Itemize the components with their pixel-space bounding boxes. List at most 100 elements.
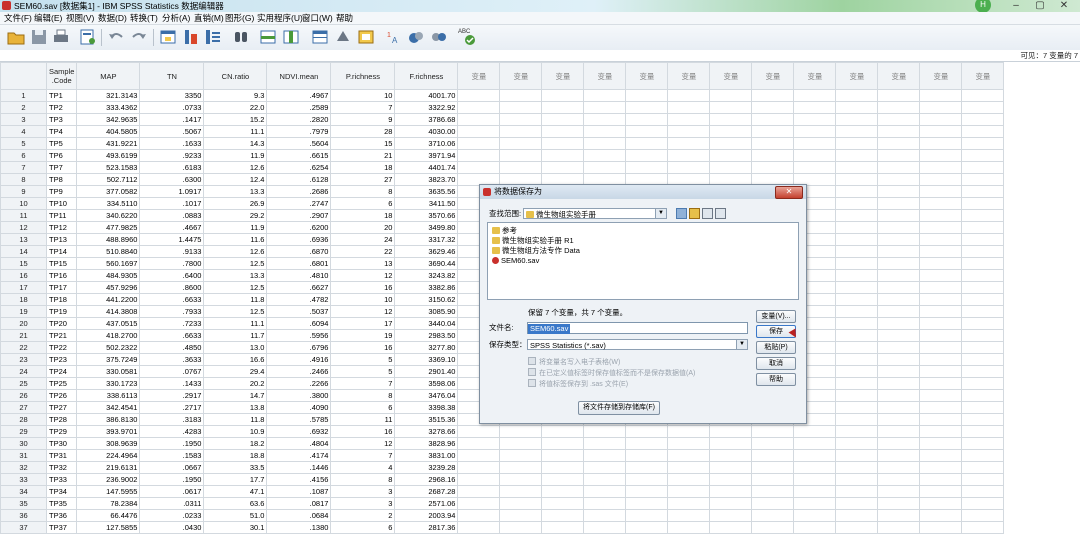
empty-cell[interactable]	[751, 437, 795, 450]
row-number[interactable]: 31	[0, 449, 47, 462]
table-cell[interactable]: .0767	[139, 365, 205, 378]
table-cell[interactable]: 3317.32	[394, 233, 459, 246]
empty-cell[interactable]	[961, 293, 1005, 306]
empty-cell[interactable]	[457, 101, 501, 114]
value-labels-icon[interactable]: 1A	[385, 28, 403, 46]
empty-cell[interactable]	[499, 437, 543, 450]
empty-cell[interactable]	[919, 449, 963, 462]
empty-variable-header[interactable]: 变量	[835, 62, 879, 90]
empty-cell[interactable]	[919, 353, 963, 366]
table-cell[interactable]: 3243.82	[394, 269, 459, 282]
table-cell[interactable]: 8	[330, 389, 396, 402]
row-number[interactable]: 6	[0, 149, 47, 162]
table-cell[interactable]: 13.3	[203, 185, 268, 198]
table-cell[interactable]: TP29	[45, 425, 78, 438]
table-cell[interactable]: TP1	[45, 89, 78, 102]
empty-cell[interactable]	[961, 113, 1005, 126]
empty-cell[interactable]	[709, 497, 753, 510]
table-cell[interactable]: .2917	[139, 389, 205, 402]
table-cell[interactable]: .0617	[139, 485, 205, 498]
empty-cell[interactable]	[835, 185, 879, 198]
empty-cell[interactable]	[709, 425, 753, 438]
empty-cell[interactable]	[961, 437, 1005, 450]
table-cell[interactable]: 3635.56	[394, 185, 459, 198]
table-cell[interactable]: TP21	[45, 329, 78, 342]
empty-cell[interactable]	[541, 521, 585, 534]
table-cell[interactable]: 330.1723	[76, 377, 141, 390]
empty-variable-header[interactable]: 变量	[877, 62, 921, 90]
table-cell[interactable]: 12.5	[203, 305, 268, 318]
row-number[interactable]: 24	[0, 365, 47, 378]
table-cell[interactable]: TP2	[45, 101, 78, 114]
empty-cell[interactable]	[793, 449, 837, 462]
table-cell[interactable]: 24	[330, 233, 396, 246]
row-number[interactable]: 28	[0, 413, 47, 426]
empty-cell[interactable]	[667, 509, 711, 522]
empty-cell[interactable]	[793, 437, 837, 450]
empty-cell[interactable]	[961, 197, 1005, 210]
empty-cell[interactable]	[835, 125, 879, 138]
table-cell[interactable]: 4030.00	[394, 125, 459, 138]
empty-cell[interactable]	[499, 161, 543, 174]
table-cell[interactable]: .1950	[139, 437, 205, 450]
table-cell[interactable]: TP36	[45, 509, 78, 522]
empty-cell[interactable]	[625, 473, 669, 486]
empty-cell[interactable]	[919, 221, 963, 234]
table-cell[interactable]: .0684	[266, 509, 332, 522]
table-cell[interactable]: .1087	[266, 485, 332, 498]
row-number[interactable]: 8	[0, 173, 47, 186]
empty-cell[interactable]	[667, 425, 711, 438]
empty-cell[interactable]	[919, 401, 963, 414]
empty-cell[interactable]	[961, 413, 1005, 426]
table-cell[interactable]: .6615	[266, 149, 332, 162]
empty-cell[interactable]	[751, 473, 795, 486]
empty-cell[interactable]	[877, 425, 921, 438]
table-cell[interactable]: 418.2700	[76, 329, 141, 342]
empty-cell[interactable]	[751, 113, 795, 126]
empty-cell[interactable]	[541, 509, 585, 522]
table-cell[interactable]: 1.0917	[139, 185, 205, 198]
empty-cell[interactable]	[961, 461, 1005, 474]
empty-cell[interactable]	[709, 437, 753, 450]
empty-cell[interactable]	[793, 89, 837, 102]
empty-cell[interactable]	[751, 485, 795, 498]
empty-cell[interactable]	[835, 449, 879, 462]
table-cell[interactable]: TP18	[45, 293, 78, 306]
empty-cell[interactable]	[835, 497, 879, 510]
row-number[interactable]: 1	[0, 89, 47, 102]
empty-cell[interactable]	[793, 497, 837, 510]
empty-cell[interactable]	[499, 509, 543, 522]
empty-cell[interactable]	[457, 149, 501, 162]
empty-cell[interactable]	[625, 521, 669, 534]
table-cell[interactable]: .2466	[266, 365, 332, 378]
select-cases-icon[interactable]	[357, 28, 375, 46]
save-sas-labels-checkbox[interactable]: 将值标签保存到 .sas 文件(E)	[528, 379, 628, 389]
table-cell[interactable]: 11.1	[203, 317, 268, 330]
save-icon[interactable]	[30, 28, 48, 46]
empty-cell[interactable]	[877, 269, 921, 282]
table-cell[interactable]: .2686	[266, 185, 332, 198]
table-cell[interactable]: 7	[330, 449, 396, 462]
table-cell[interactable]: 2968.16	[394, 473, 459, 486]
table-cell[interactable]: 9	[330, 113, 396, 126]
row-number[interactable]: 14	[0, 245, 47, 258]
save-value-labels-checkbox[interactable]: 在已定义值标签时保存值标签而不是保存数据值(A)	[528, 368, 695, 378]
empty-cell[interactable]	[919, 413, 963, 426]
table-cell[interactable]: 12.5	[203, 281, 268, 294]
row-number[interactable]: 25	[0, 377, 47, 390]
table-cell[interactable]: 13.0	[203, 341, 268, 354]
table-cell[interactable]: TP9	[45, 185, 78, 198]
table-cell[interactable]: 393.9701	[76, 425, 141, 438]
table-cell[interactable]: 375.7249	[76, 353, 141, 366]
table-cell[interactable]: .6801	[266, 257, 332, 270]
table-cell[interactable]: 3278.66	[394, 425, 459, 438]
table-cell[interactable]: .6627	[266, 281, 332, 294]
empty-variable-header[interactable]: 变量	[793, 62, 837, 90]
table-cell[interactable]: TP25	[45, 377, 78, 390]
empty-cell[interactable]	[961, 209, 1005, 222]
empty-cell[interactable]	[835, 113, 879, 126]
table-cell[interactable]: 414.3808	[76, 305, 141, 318]
empty-cell[interactable]	[877, 245, 921, 258]
empty-variable-header[interactable]: 变量	[667, 62, 711, 90]
table-cell[interactable]: 26.9	[203, 197, 268, 210]
